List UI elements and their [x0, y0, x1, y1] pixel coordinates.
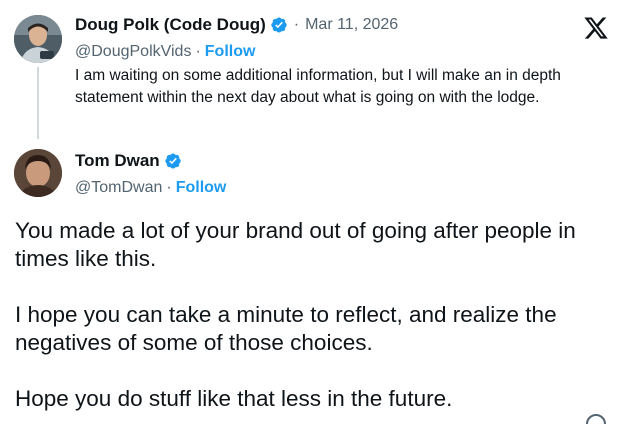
main-tweet-text: You made a lot of your brand out of goin… [15, 217, 615, 413]
parent-author-avatar[interactable] [14, 15, 62, 63]
parent-author-handle[interactable]: @DougPolkVids [75, 43, 191, 61]
header-separator: · [293, 16, 300, 33]
thread-connector-line [37, 67, 39, 139]
parent-tweet-date[interactable]: Mar 11, 2026 [305, 16, 398, 34]
verified-badge-icon [164, 153, 181, 169]
main-author-name[interactable]: Tom Dwan [75, 151, 160, 171]
main-handle-row: @TomDwan · Follow [75, 177, 226, 199]
handle-separator: · [195, 43, 201, 60]
x-logo-icon[interactable] [583, 15, 609, 41]
parent-tweet-text: I am waiting on some additional informat… [75, 67, 561, 106]
main-author-handle[interactable]: @TomDwan [75, 179, 162, 197]
tweet-paragraph: I hope you can take a minute to reflect,… [15, 302, 557, 355]
info-icon[interactable] [586, 414, 606, 424]
parent-tweet-header: Doug Polk (Code Doug) · Mar 11, 2026 [75, 14, 398, 36]
parent-author-name[interactable]: Doug Polk (Code Doug) [75, 15, 266, 35]
main-follow-button[interactable]: Follow [176, 179, 227, 197]
parent-handle-row: @DougPolkVids · Follow [75, 41, 255, 63]
tweet-embed-card: Doug Polk (Code Doug) · Mar 11, 2026 @Do… [0, 0, 625, 424]
tweet-paragraph: You made a lot of your brand out of goin… [15, 218, 576, 271]
handle-separator: · [166, 179, 172, 196]
verified-badge-icon [271, 17, 287, 33]
main-author-avatar[interactable] [14, 149, 62, 197]
tweet-paragraph: Hope you do stuff like that less in the … [15, 386, 453, 411]
parent-follow-button[interactable]: Follow [205, 43, 256, 61]
main-tweet-header: Tom Dwan [75, 150, 182, 172]
